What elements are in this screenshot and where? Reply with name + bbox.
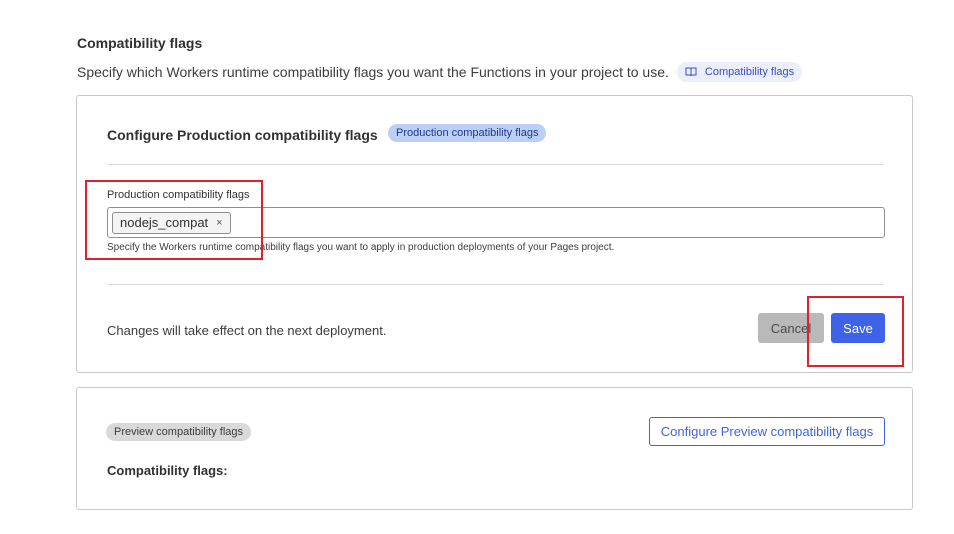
compatibility-flags-page: Compatibility flags Specify which Worker… <box>0 0 954 534</box>
configure-preview-flags-button[interactable]: Configure Preview compatibility flags <box>649 417 885 446</box>
cancel-button[interactable]: Cancel <box>758 313 824 343</box>
preview-badge: Preview compatibility flags <box>106 423 251 441</box>
save-button[interactable]: Save <box>831 313 885 343</box>
preview-flags-label: Compatibility flags: <box>107 463 228 478</box>
production-flags-input[interactable]: nodejs_compat × <box>107 207 885 238</box>
production-card-title: Configure Production compatibility flags <box>107 127 378 143</box>
flag-tag: nodejs_compat × <box>112 211 231 234</box>
doc-link-label: Compatibility flags <box>704 66 795 78</box>
remove-tag-icon[interactable]: × <box>216 217 222 229</box>
compatibility-flags-doc-link[interactable]: Compatibility flags <box>676 62 803 82</box>
production-flags-card: Configure Production compatibility flags… <box>76 95 913 373</box>
flag-tag-label: nodejs_compat <box>120 215 209 230</box>
divider <box>107 164 884 165</box>
book-icon <box>685 67 697 77</box>
deployment-note: Changes will take effect on the next dep… <box>107 323 387 338</box>
section-title: Compatibility flags <box>77 35 203 51</box>
preview-flags-card: Preview compatibility flags Configure Pr… <box>76 387 913 510</box>
divider <box>107 284 884 285</box>
production-flags-help: Specify the Workers runtime compatibilit… <box>107 242 615 253</box>
production-badge: Production compatibility flags <box>388 124 547 142</box>
section-description: Specify which Workers runtime compatibil… <box>77 64 669 80</box>
production-flags-label: Production compatibility flags <box>107 189 250 201</box>
section-description-row: Specify which Workers runtime compatibil… <box>77 62 803 82</box>
